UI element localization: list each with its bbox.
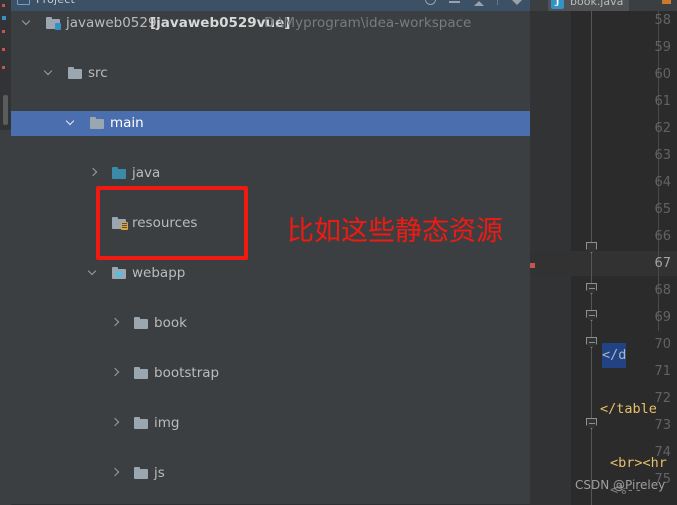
project-panel-icon xyxy=(17,0,30,5)
line-number: 65 xyxy=(654,202,671,217)
fold-guide-line xyxy=(591,11,592,505)
toolwindow-title: Project xyxy=(36,0,75,6)
folder-icon xyxy=(68,67,82,79)
folder-icon xyxy=(134,467,148,479)
line-number: 58 xyxy=(654,13,671,28)
ide-window: Project J book.java javaweb0529 [javaweb… xyxy=(0,0,677,505)
line-number: 66 xyxy=(654,229,671,244)
tree-row-js[interactable]: js xyxy=(11,461,530,486)
close-icon[interactable] xyxy=(662,0,671,4)
editor-tab-strip: J book.java xyxy=(530,0,677,11)
code-editor[interactable]: 58 59 60 61 62 63 64 65 66 67 68 69 70 7… xyxy=(530,11,677,505)
error-stripe-marker xyxy=(530,263,535,268)
project-tree[interactable]: javaweb0529 [javaweb0529vue] D:\Myprogra… xyxy=(11,11,530,505)
code-line-70: </d xyxy=(602,343,627,368)
code-line-72: </table xyxy=(600,401,657,417)
info-marker xyxy=(2,16,6,20)
line-number: 69 xyxy=(654,310,671,325)
tree-row-label: main xyxy=(110,115,144,131)
web-folder-icon xyxy=(112,267,126,279)
line-number: 60 xyxy=(654,67,671,82)
tree-row-label: book xyxy=(154,315,187,331)
line-number: 64 xyxy=(654,175,671,190)
line-number-current: 67 xyxy=(654,256,671,271)
tree-row-main[interactable]: main xyxy=(11,111,530,136)
tree-row-webapp[interactable]: webapp xyxy=(11,261,530,286)
toolwindow-buttons xyxy=(425,0,522,6)
editor-tab-label: book.java xyxy=(570,0,624,8)
toolbar-divider xyxy=(497,0,498,5)
module-folder-icon xyxy=(46,17,61,30)
fold-region-icon[interactable] xyxy=(586,283,597,294)
line-number: 70 xyxy=(654,337,671,352)
tree-row-book[interactable]: book xyxy=(11,311,530,336)
error-marker xyxy=(2,66,5,69)
tree-row-label: java xyxy=(132,165,161,181)
chevron-right-icon[interactable] xyxy=(111,319,120,328)
tree-row-label: bootstrap xyxy=(154,365,220,381)
folder-icon xyxy=(134,317,148,329)
chevron-down-icon[interactable] xyxy=(67,119,76,128)
tree-row-label: webapp xyxy=(132,265,186,281)
chevron-right-icon[interactable] xyxy=(111,369,120,378)
editor-tab-book-java[interactable]: J book.java xyxy=(548,0,630,11)
line-number: 61 xyxy=(654,94,671,109)
minimize-icon[interactable] xyxy=(449,0,460,5)
tree-row-bootstrap[interactable]: bootstrap xyxy=(11,361,530,386)
source-folder-icon xyxy=(112,167,126,179)
error-marker xyxy=(2,30,5,33)
module-path: D:\Myprogram\idea-workspace xyxy=(264,15,472,31)
left-gutter-strip xyxy=(0,0,11,505)
chevron-down-icon[interactable] xyxy=(23,19,32,28)
chevron-right-icon[interactable] xyxy=(111,419,120,428)
folder-icon xyxy=(90,117,104,129)
tree-row-label: js xyxy=(154,465,165,481)
project-toolwindow-header: Project xyxy=(11,0,530,11)
error-marker xyxy=(2,48,5,51)
settings-gear-icon[interactable] xyxy=(425,0,436,5)
fold-region-icon[interactable] xyxy=(586,418,597,429)
chevron-down-icon[interactable] xyxy=(45,69,54,78)
resources-folder-icon xyxy=(112,217,128,230)
java-file-icon: J xyxy=(551,0,564,9)
hide-panel-icon[interactable] xyxy=(511,0,522,5)
line-number: 62 xyxy=(654,121,671,136)
tree-row-label: img xyxy=(154,415,180,431)
collapse-up-icon[interactable] xyxy=(473,0,484,6)
line-number: 71 xyxy=(654,364,671,379)
line-number: 59 xyxy=(654,40,671,55)
tree-row-javaweb0529[interactable]: javaweb0529 [javaweb0529vue] D:\Myprogra… xyxy=(11,11,530,36)
line-number: 63 xyxy=(654,148,671,163)
tree-row-src[interactable]: src xyxy=(11,61,530,86)
folder-icon xyxy=(134,417,148,429)
tree-row-label: resources xyxy=(132,215,198,231)
chevron-right-icon[interactable] xyxy=(111,469,120,478)
tree-row-label: javaweb0529 xyxy=(66,15,157,31)
tree-row-img[interactable]: img xyxy=(11,411,530,436)
line-number: 68 xyxy=(654,283,671,298)
fold-region-icon[interactable] xyxy=(586,337,597,348)
folder-icon xyxy=(134,367,148,379)
chevron-down-icon[interactable] xyxy=(89,269,98,278)
annotation-note-text: 比如这些静态资源 xyxy=(287,216,503,247)
csdn-watermark: CSDN @Pireley xyxy=(575,478,666,492)
fold-region-icon[interactable] xyxy=(586,310,597,321)
scrollbar-thumb[interactable] xyxy=(3,95,8,125)
code-line-74: <br><hr xyxy=(610,455,667,471)
error-marker xyxy=(2,4,5,7)
tree-row-label: src xyxy=(88,65,108,81)
tree-row-java[interactable]: java xyxy=(11,161,530,186)
chevron-right-icon[interactable] xyxy=(89,169,98,178)
